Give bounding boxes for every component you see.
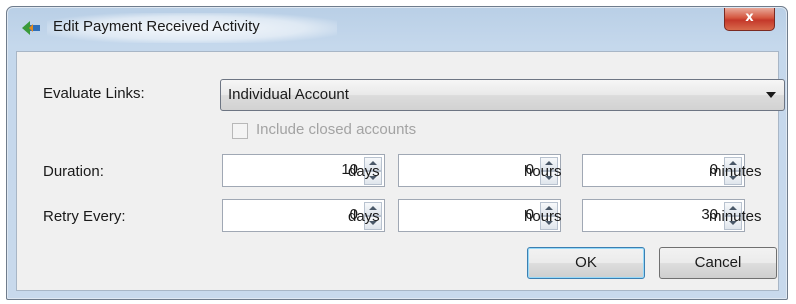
dialog-window: Edit Payment Received Activity x Evaluat… xyxy=(6,6,788,300)
close-icon: x xyxy=(745,10,754,25)
duration-days-unit: days xyxy=(348,163,380,180)
duration-hours-unit: hours xyxy=(524,163,562,180)
duration-label: Duration: xyxy=(43,163,104,180)
ok-button[interactable]: OK xyxy=(527,247,645,279)
evaluate-links-value: Individual Account xyxy=(228,86,349,103)
duration-minutes-unit: minutes xyxy=(709,163,762,180)
close-button[interactable]: x xyxy=(724,8,775,31)
dialog-body: Evaluate Links: Individual Account Inclu… xyxy=(16,51,785,291)
payment-activity-icon xyxy=(22,21,40,35)
include-closed-label: Include closed accounts xyxy=(256,121,417,138)
chevron-down-icon xyxy=(766,92,776,98)
retry-every-label: Retry Every: xyxy=(43,208,126,225)
window-title: Edit Payment Received Activity xyxy=(53,18,260,35)
retry-hours-unit: hours xyxy=(524,208,562,225)
retry-days-unit: days xyxy=(348,208,380,225)
retry-minutes-unit: minutes xyxy=(709,208,762,225)
include-closed-checkbox[interactable] xyxy=(232,123,248,139)
cancel-button[interactable]: Cancel xyxy=(659,247,777,279)
title-bar[interactable]: Edit Payment Received Activity x xyxy=(7,7,787,47)
evaluate-links-dropdown[interactable]: Individual Account xyxy=(220,79,785,111)
evaluate-links-label: Evaluate Links: xyxy=(43,85,145,102)
